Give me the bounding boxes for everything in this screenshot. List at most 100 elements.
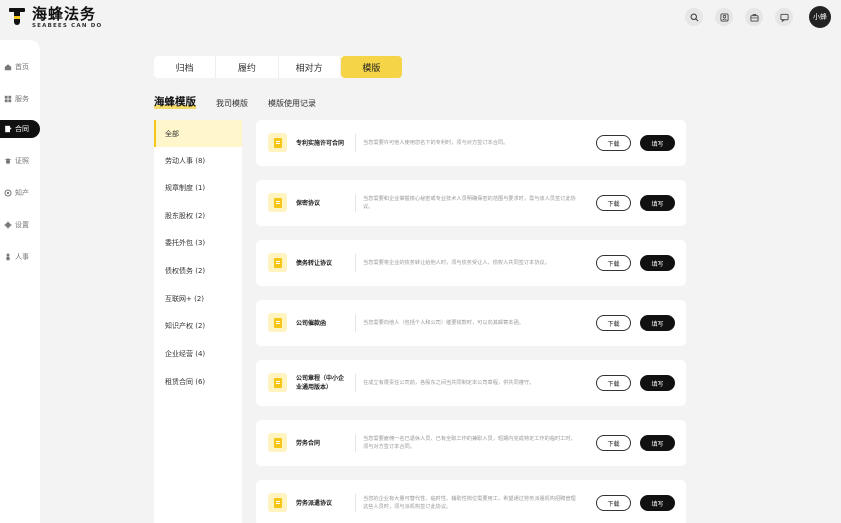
top-bar: 海蜂法务 SEABEES CAN DO 小蜂 (0, 0, 841, 34)
template-description: 当您需要向他人（包括个人和公司）催要钱款时，可以向其邮寄本函。 (363, 320, 524, 326)
template-card: 公司催款函 当您需要向他人（包括个人和公司）催要钱款时，可以向其邮寄本函。 下载… (256, 300, 686, 346)
search-icon[interactable] (685, 8, 703, 26)
template-title: 公司章程（中小企业通用版本） (296, 375, 345, 391)
license-icon (4, 158, 12, 165)
divider (355, 374, 356, 392)
sidebar-item-label: 合同 (15, 125, 29, 133)
tab-templates[interactable]: 模版 (340, 56, 402, 78)
contract-icon (5, 125, 12, 133)
divider (355, 314, 356, 332)
template-subtabs: 海蜂模版 我司模版 模版使用记录 (154, 94, 316, 109)
document-icon (268, 133, 287, 152)
sidebar-item-label: 知产 (15, 189, 29, 197)
sidebar-item-services[interactable]: 服务 (0, 90, 40, 108)
sidebar-item-label: 服务 (15, 95, 29, 103)
sidebar-item-licenses[interactable]: 证照 (0, 152, 40, 170)
download-button[interactable]: 下载 (596, 315, 631, 331)
download-button[interactable]: 下载 (596, 135, 631, 151)
sidebar-item-ip[interactable]: 知产 (0, 184, 40, 202)
template-card: 债务转让协议 当您需要将企业的债务转让给他人时，须与债务受让人、债权人共同签订本… (256, 240, 686, 286)
template-description: 当您的企业有大量可替代性、临时性、辅助性岗位需要用工，希望通过劳务派遣机构招聘管… (363, 496, 576, 510)
divider (355, 434, 356, 452)
template-card: 劳务派遣协议 当您的企业有大量可替代性、临时性、辅助性岗位需要用工，希望通过劳务… (256, 480, 686, 523)
download-button[interactable]: 下载 (596, 495, 631, 511)
download-button[interactable]: 下载 (596, 375, 631, 391)
document-icon (268, 373, 287, 392)
main-tabs: 归档 履约 相对方 模版 (154, 56, 402, 78)
subtab-company-templates[interactable]: 我司模版 (216, 98, 248, 109)
template-title: 公司催款函 (296, 319, 327, 327)
category-item[interactable]: 劳动人事 (8) (154, 147, 242, 174)
brand-logo[interactable]: 海蜂法务 SEABEES CAN DO (8, 6, 102, 29)
fill-button[interactable]: 填写 (640, 135, 675, 151)
user-avatar[interactable]: 小蜂 (809, 6, 831, 28)
bee-logo-icon (8, 6, 26, 26)
template-title: 保密协议 (296, 199, 321, 207)
brand-title: 海蜂法务 (32, 5, 97, 23)
sidebar-item-label: 首页 (15, 63, 29, 71)
divider (355, 494, 356, 512)
divider (355, 134, 356, 152)
tab-performance[interactable]: 履约 (216, 56, 279, 78)
category-item[interactable]: 企业经营 (4) (154, 340, 242, 367)
document-icon (268, 253, 287, 272)
document-icon (268, 193, 287, 212)
fill-button[interactable]: 填写 (640, 255, 675, 271)
divider (355, 194, 356, 212)
template-card: 公司章程（中小企业通用版本） 在成立有限责任公司前，各股东之间当共同制定本公司章… (256, 360, 686, 406)
template-title: 劳务合同 (296, 439, 321, 447)
template-description: 在成立有限责任公司前，各股东之间当共同制定本公司章程，供共同遵守。 (363, 380, 535, 386)
grid-icon (4, 95, 12, 103)
template-title: 专利实施许可合同 (296, 139, 345, 147)
fill-button[interactable]: 填写 (640, 315, 675, 331)
fill-button[interactable]: 填写 (640, 435, 675, 451)
contact-icon[interactable] (715, 8, 733, 26)
template-description: 当您需要雇佣一名已退休人员、已有全职工作的兼职人员，短期内完成特定工作的临时工时… (363, 436, 576, 450)
download-button[interactable]: 下载 (596, 195, 631, 211)
divider (355, 254, 356, 272)
document-icon (268, 313, 287, 332)
briefcase-icon[interactable] (745, 8, 763, 26)
fill-button[interactable]: 填写 (640, 495, 675, 511)
fill-button[interactable]: 填写 (640, 375, 675, 391)
category-item[interactable]: 互联网+ (2) (154, 285, 242, 312)
sidebar-item-home[interactable]: 首页 (0, 58, 40, 76)
tab-counterparty[interactable]: 相对方 (279, 56, 341, 78)
home-icon (4, 64, 12, 71)
sidebar-item-label: 设置 (15, 221, 29, 229)
sidebar-item-contracts[interactable]: 合同 (0, 120, 40, 138)
sidebar-item-hr[interactable]: 人事 (0, 248, 40, 266)
category-item[interactable]: 委托外包 (3) (154, 229, 242, 256)
template-card: 专利实施许可合同 当您需要许可他人使用您名下的专利时，须与对方签订本合同。 下载… (256, 120, 686, 166)
template-description: 当您需要和企业掌握核心秘密或专业技术人员明确保密的范围与要求时，需与该人员签订此… (363, 196, 576, 210)
person-icon (6, 253, 10, 261)
template-card: 劳务合同 当您需要雇佣一名已退休人员、已有全职工作的兼职人员，短期内完成特定工作… (256, 420, 686, 466)
template-title: 劳务派遣协议 (296, 499, 333, 507)
document-icon (268, 493, 287, 512)
download-button[interactable]: 下载 (596, 435, 631, 451)
category-item[interactable]: 知识产权 (2) (154, 312, 242, 339)
subtab-seabees-templates[interactable]: 海蜂模版 (154, 94, 196, 109)
gear-icon (4, 221, 12, 229)
sidebar: 首页 服务 合同 证照 知产 设置 人事 (0, 40, 40, 523)
message-icon[interactable] (775, 8, 793, 26)
sidebar-item-settings[interactable]: 设置 (0, 216, 40, 234)
category-item[interactable]: 规章制度 (1) (154, 174, 242, 201)
category-item[interactable]: 股东股权 (2) (154, 202, 242, 229)
document-icon (268, 433, 287, 452)
category-item[interactable]: 租赁合同 (6) (154, 368, 242, 395)
category-item[interactable]: 全部 (154, 120, 242, 147)
subtab-usage-records[interactable]: 模版使用记录 (268, 98, 316, 109)
sidebar-item-label: 证照 (15, 157, 29, 165)
download-button[interactable]: 下载 (596, 255, 631, 271)
template-title: 债务转让协议 (296, 259, 333, 267)
template-card: 保密协议 当您需要和企业掌握核心秘密或专业技术人员明确保密的范围与要求时，需与该… (256, 180, 686, 226)
category-item[interactable]: 债权债务 (2) (154, 257, 242, 284)
template-description: 当您需要将企业的债务转让给他人时，须与债务受让人、债权人共同签订本协议。 (363, 260, 550, 266)
category-list: 全部 劳动人事 (8) 规章制度 (1) 股东股权 (2) 委托外包 (3) 债… (154, 120, 242, 523)
ip-icon (4, 189, 12, 197)
fill-button[interactable]: 填写 (640, 195, 675, 211)
tab-archive[interactable]: 归档 (154, 56, 217, 78)
sidebar-item-label: 人事 (15, 253, 29, 261)
template-description: 当您需要许可他人使用您名下的专利时，须与对方签订本合同。 (363, 140, 509, 146)
